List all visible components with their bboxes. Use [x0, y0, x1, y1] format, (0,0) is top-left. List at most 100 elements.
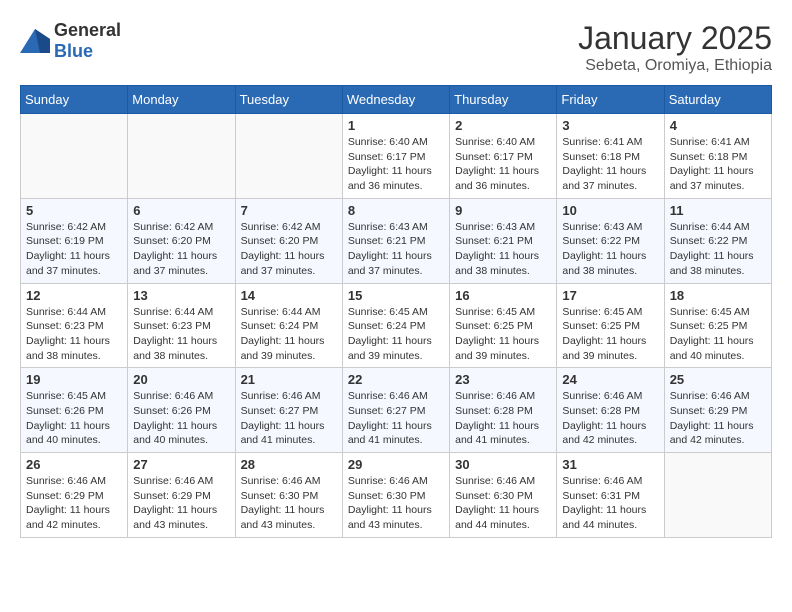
day-number: 28: [241, 457, 337, 472]
day-cell: 7 Sunrise: 6:42 AM Sunset: 6:20 PM Daylig…: [235, 198, 342, 283]
day-info: Sunrise: 6:46 AM Sunset: 6:28 PM Dayligh…: [455, 389, 551, 448]
day-number: 1: [348, 118, 444, 133]
day-cell: 25 Sunrise: 6:46 AM Sunset: 6:29 PM Dayli…: [664, 368, 771, 453]
weekday-header-sunday: Sunday: [21, 86, 128, 114]
week-row-2: 5 Sunrise: 6:42 AM Sunset: 6:19 PM Daylig…: [21, 198, 772, 283]
day-number: 7: [241, 203, 337, 218]
weekday-header-wednesday: Wednesday: [342, 86, 449, 114]
day-info: Sunrise: 6:44 AM Sunset: 6:22 PM Dayligh…: [670, 220, 766, 279]
day-info: Sunrise: 6:46 AM Sunset: 6:29 PM Dayligh…: [670, 389, 766, 448]
weekday-header-thursday: Thursday: [450, 86, 557, 114]
day-number: 18: [670, 288, 766, 303]
day-info: Sunrise: 6:46 AM Sunset: 6:28 PM Dayligh…: [562, 389, 658, 448]
day-number: 25: [670, 372, 766, 387]
weekday-header-row: SundayMondayTuesdayWednesdayThursdayFrid…: [21, 86, 772, 114]
logo-text-blue: Blue: [54, 41, 93, 61]
day-cell: 26 Sunrise: 6:46 AM Sunset: 6:29 PM Dayli…: [21, 453, 128, 538]
day-cell: 12Sunrise: 6:44 AM Sunset: 6:23 PM Dayli…: [21, 283, 128, 368]
logo: General Blue: [20, 20, 121, 62]
day-cell: 3 Sunrise: 6:41 AM Sunset: 6:18 PM Daylig…: [557, 114, 664, 199]
day-cell: 9Sunrise: 6:43 AM Sunset: 6:21 PM Daylig…: [450, 198, 557, 283]
day-info: Sunrise: 6:43 AM Sunset: 6:21 PM Dayligh…: [455, 220, 551, 279]
day-info: Sunrise: 6:42 AM Sunset: 6:20 PM Dayligh…: [133, 220, 229, 279]
day-info: Sunrise: 6:46 AM Sunset: 6:30 PM Dayligh…: [241, 474, 337, 533]
day-info: Sunrise: 6:45 AM Sunset: 6:25 PM Dayligh…: [455, 305, 551, 364]
day-number: 17: [562, 288, 658, 303]
calendar-table: SundayMondayTuesdayWednesdayThursdayFrid…: [20, 85, 772, 538]
day-cell: [235, 114, 342, 199]
day-number: 23: [455, 372, 551, 387]
day-number: 21: [241, 372, 337, 387]
day-info: Sunrise: 6:45 AM Sunset: 6:24 PM Dayligh…: [348, 305, 444, 364]
day-number: 2: [455, 118, 551, 133]
day-info: Sunrise: 6:46 AM Sunset: 6:27 PM Dayligh…: [241, 389, 337, 448]
weekday-header-saturday: Saturday: [664, 86, 771, 114]
day-cell: 11 Sunrise: 6:44 AM Sunset: 6:22 PM Dayli…: [664, 198, 771, 283]
day-number: 20: [133, 372, 229, 387]
day-cell: 1Sunrise: 6:40 AM Sunset: 6:17 PM Daylig…: [342, 114, 449, 199]
day-number: 8: [348, 203, 444, 218]
day-number: 13: [133, 288, 229, 303]
day-number: 26: [26, 457, 122, 472]
day-number: 27: [133, 457, 229, 472]
day-number: 16: [455, 288, 551, 303]
title-section: January 2025 Sebeta, Oromiya, Ethiopia: [578, 20, 772, 75]
day-cell: 18 Sunrise: 6:45 AM Sunset: 6:25 PM Dayli…: [664, 283, 771, 368]
day-number: 11: [670, 203, 766, 218]
day-info: Sunrise: 6:46 AM Sunset: 6:29 PM Dayligh…: [26, 474, 122, 533]
day-number: 22: [348, 372, 444, 387]
day-number: 6: [133, 203, 229, 218]
day-cell: 10 Sunrise: 6:43 AM Sunset: 6:22 PM Dayli…: [557, 198, 664, 283]
day-info: Sunrise: 6:43 AM Sunset: 6:21 PM Dayligh…: [348, 220, 444, 279]
day-cell: 22Sunrise: 6:46 AM Sunset: 6:27 PM Dayli…: [342, 368, 449, 453]
day-number: 30: [455, 457, 551, 472]
day-cell: 8 Sunrise: 6:43 AM Sunset: 6:21 PM Daylig…: [342, 198, 449, 283]
day-cell: 2 Sunrise: 6:40 AM Sunset: 6:17 PM Daylig…: [450, 114, 557, 199]
day-number: 3: [562, 118, 658, 133]
day-cell: 31Sunrise: 6:46 AM Sunset: 6:31 PM Dayli…: [557, 453, 664, 538]
week-row-3: 12 Sunrise: 6:44 AM Sunset: 6:23 PM Dayli…: [21, 283, 772, 368]
day-cell: [21, 114, 128, 199]
day-cell: 4 Sunrise: 6:41 AM Sunset: 6:18 PM Daylig…: [664, 114, 771, 199]
day-info: Sunrise: 6:44 AM Sunset: 6:23 PM Dayligh…: [133, 305, 229, 364]
day-info: Sunrise: 6:41 AM Sunset: 6:18 PM Dayligh…: [562, 135, 658, 194]
day-cell: 24 Sunrise: 6:46 AM Sunset: 6:28 PM Dayli…: [557, 368, 664, 453]
day-info: Sunrise: 6:41 AM Sunset: 6:18 PM Dayligh…: [670, 135, 766, 194]
day-cell: 16 Sunrise: 6:45 AM Sunset: 6:25 PM Dayli…: [450, 283, 557, 368]
day-cell: 17 Sunrise: 6:45 AM Sunset: 6:25 PM Dayli…: [557, 283, 664, 368]
day-cell: 30 Sunrise: 6:46 AM Sunset: 6:30 PM Dayli…: [450, 453, 557, 538]
day-number: 24: [562, 372, 658, 387]
day-cell: 15 Sunrise: 6:45 AM Sunset: 6:24 PM Dayli…: [342, 283, 449, 368]
calendar-title: January 2025: [578, 20, 772, 57]
day-cell: 29Sunrise: 6:46 AM Sunset: 6:30 PM Dayli…: [342, 453, 449, 538]
day-info: Sunrise: 6:46 AM Sunset: 6:30 PM Dayligh…: [455, 474, 551, 533]
day-info: Sunrise: 6:43 AM Sunset: 6:22 PM Dayligh…: [562, 220, 658, 279]
day-number: 12: [26, 288, 122, 303]
week-row-5: 26 Sunrise: 6:46 AM Sunset: 6:29 PM Dayli…: [21, 453, 772, 538]
day-number: 5: [26, 203, 122, 218]
day-cell: 27Sunrise: 6:46 AM Sunset: 6:29 PM Dayli…: [128, 453, 235, 538]
day-info: Sunrise: 6:45 AM Sunset: 6:25 PM Dayligh…: [562, 305, 658, 364]
day-info: Sunrise: 6:46 AM Sunset: 6:31 PM Dayligh…: [562, 474, 658, 533]
week-row-1: 1 Sunrise: 6:40 AM Sunset: 6:17 PM Daylig…: [21, 114, 772, 199]
weekday-header-tuesday: Tuesday: [235, 86, 342, 114]
day-info: Sunrise: 6:40 AM Sunset: 6:17 PM Dayligh…: [455, 135, 551, 194]
day-cell: 14Sunrise: 6:44 AM Sunset: 6:24 PM Dayli…: [235, 283, 342, 368]
day-cell: 23 Sunrise: 6:46 AM Sunset: 6:28 PM Dayli…: [450, 368, 557, 453]
day-info: Sunrise: 6:42 AM Sunset: 6:20 PM Dayligh…: [241, 220, 337, 279]
day-number: 29: [348, 457, 444, 472]
week-row-4: 19 Sunrise: 6:45 AM Sunset: 6:26 PM Dayli…: [21, 368, 772, 453]
day-info: Sunrise: 6:45 AM Sunset: 6:26 PM Dayligh…: [26, 389, 122, 448]
day-info: Sunrise: 6:45 AM Sunset: 6:25 PM Dayligh…: [670, 305, 766, 364]
logo-text-general: General: [54, 20, 121, 40]
day-info: Sunrise: 6:42 AM Sunset: 6:19 PM Dayligh…: [26, 220, 122, 279]
day-number: 19: [26, 372, 122, 387]
day-number: 10: [562, 203, 658, 218]
day-cell: 20Sunrise: 6:46 AM Sunset: 6:26 PM Dayli…: [128, 368, 235, 453]
weekday-header-monday: Monday: [128, 86, 235, 114]
calendar-subtitle: Sebeta, Oromiya, Ethiopia: [578, 57, 772, 75]
day-cell: 19 Sunrise: 6:45 AM Sunset: 6:26 PM Dayli…: [21, 368, 128, 453]
day-info: Sunrise: 6:44 AM Sunset: 6:24 PM Dayligh…: [241, 305, 337, 364]
day-number: 4: [670, 118, 766, 133]
day-number: 15: [348, 288, 444, 303]
